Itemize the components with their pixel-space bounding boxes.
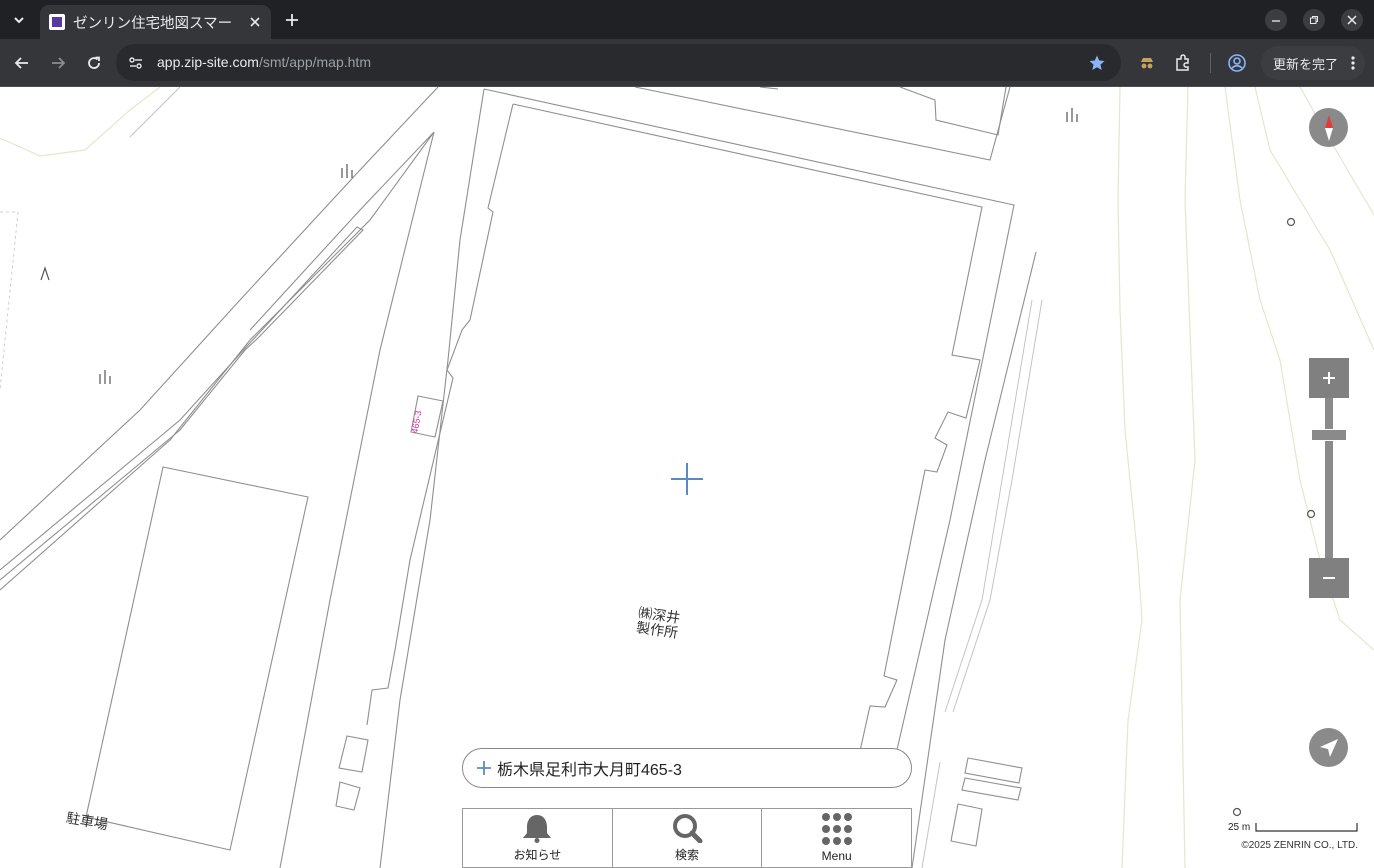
close-icon xyxy=(1347,15,1357,25)
bell-icon xyxy=(523,815,552,843)
nav-notifications[interactable]: お知らせ xyxy=(463,809,613,867)
scale-label: 25 m xyxy=(1228,822,1251,833)
minimize-button[interactable] xyxy=(1265,9,1287,31)
browser-tab-bar: ゼンリン住宅地図スマー xyxy=(0,0,1374,39)
nav-search-label: 検索 xyxy=(675,848,700,862)
address-bar[interactable]: app.zip-site.com/smt/app/map.htm xyxy=(116,44,1121,81)
nav-search[interactable]: 検索 xyxy=(613,809,763,867)
more-vert-icon xyxy=(1351,56,1355,70)
restore-icon xyxy=(1310,16,1318,24)
map-canvas[interactable]: ㈱深井 製作所 駐車場 465-3 栃木県足利市大月町465-3 お知らせ 検索… xyxy=(0,87,1374,868)
minimize-icon xyxy=(1272,20,1280,22)
update-button-label: 更新を完了 xyxy=(1273,56,1339,72)
toolbar-divider xyxy=(1210,53,1211,73)
tab-list-button[interactable] xyxy=(6,8,32,32)
grid-menu-icon xyxy=(821,813,852,845)
plus-icon xyxy=(477,761,491,775)
minus-icon xyxy=(1323,577,1335,579)
zoom-slider-track[interactable] xyxy=(1325,398,1333,558)
bottom-navigation: お知らせ 検索 Menu xyxy=(462,808,912,868)
search-icon xyxy=(673,814,703,843)
bookmark-star-icon[interactable] xyxy=(1088,54,1106,72)
nav-notifications-label: お知らせ xyxy=(513,848,562,862)
plus-icon xyxy=(286,14,298,26)
current-location-button[interactable] xyxy=(1309,728,1348,767)
zoom-in-button[interactable] xyxy=(1309,358,1349,398)
address-search-bar[interactable]: 栃木県足利市大月町465-3 xyxy=(462,748,912,788)
extensions-puzzle-icon[interactable] xyxy=(1174,54,1192,72)
nav-menu[interactable]: Menu xyxy=(762,809,911,867)
map-center-crosshair-icon xyxy=(671,463,703,495)
close-window-button[interactable] xyxy=(1341,9,1363,31)
tab-title: ゼンリン住宅地図スマー xyxy=(73,15,233,32)
incognito-extension-icon[interactable] xyxy=(1138,54,1156,72)
profile-avatar-icon[interactable] xyxy=(1227,53,1247,73)
arrow-right-icon xyxy=(52,57,66,69)
back-button[interactable] xyxy=(8,49,36,77)
nav-menu-label: Menu xyxy=(821,849,852,863)
compass-needle-icon xyxy=(1324,114,1333,141)
browser-toolbar: app.zip-site.com/smt/app/map.htm 更新を完了 xyxy=(0,39,1374,87)
chevron-down-icon xyxy=(14,17,24,24)
browser-tab[interactable]: ゼンリン住宅地図スマー xyxy=(40,5,271,39)
reload-icon xyxy=(88,56,100,69)
url-host: app.zip-site.com xyxy=(157,54,259,70)
copyright-text: ©2025 ZENRIN CO., LTD. xyxy=(1241,840,1358,851)
navigation-arrow-icon xyxy=(1319,738,1338,757)
url-path: /smt/app/map.htm xyxy=(258,54,371,70)
compass-button[interactable] xyxy=(1309,108,1348,147)
update-complete-button[interactable]: 更新を完了 xyxy=(1261,46,1365,80)
url-text: app.zip-site.com/smt/app/map.htm xyxy=(157,54,371,70)
restore-button[interactable] xyxy=(1303,9,1325,31)
plus-icon xyxy=(1323,372,1335,384)
zoom-slider-thumb[interactable] xyxy=(1311,429,1347,441)
forward-button[interactable] xyxy=(44,49,72,77)
current-address: 栃木県足利市大月町465-3 xyxy=(497,762,682,779)
zoom-out-button[interactable] xyxy=(1309,558,1349,598)
tab-close-icon[interactable] xyxy=(245,12,265,32)
arrow-left-icon xyxy=(14,57,28,69)
new-tab-button[interactable] xyxy=(281,9,303,31)
site-favicon-icon xyxy=(49,14,65,30)
reload-button[interactable] xyxy=(80,49,108,77)
site-settings-icon[interactable] xyxy=(128,55,144,71)
